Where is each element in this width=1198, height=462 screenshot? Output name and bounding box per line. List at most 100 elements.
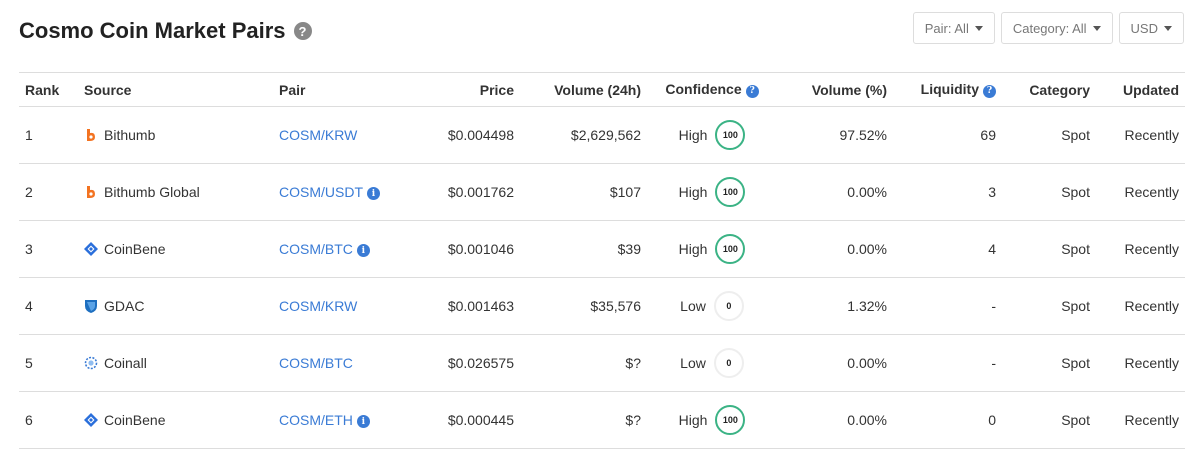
coinall-icon	[84, 356, 98, 370]
confidence-score-badge[interactable]: 0	[713, 291, 744, 321]
rank-cell: 3	[19, 220, 78, 278]
source-cell[interactable]: Coinall	[78, 334, 273, 392]
info-icon[interactable]: i	[367, 187, 380, 201]
source-cell[interactable]: GDAC	[78, 277, 273, 335]
source-name[interactable]: Bithumb	[104, 127, 155, 143]
pair-link[interactable]: COSM/KRW	[279, 127, 357, 143]
col-header-category[interactable]: Category	[1002, 73, 1096, 107]
liquidity-cell: -	[893, 277, 1002, 335]
liquidity-cell: 4	[893, 220, 1002, 278]
bithumb-icon	[84, 185, 98, 199]
currency-dropdown[interactable]: USD	[1118, 12, 1184, 44]
category-filter-dropdown[interactable]: Category: All	[1000, 12, 1113, 44]
source-name[interactable]: Coinall	[104, 355, 147, 371]
pair-link[interactable]: COSM/BTC	[279, 355, 353, 371]
category-cell: Spot	[1002, 277, 1096, 335]
confidence-label: Low	[680, 355, 706, 371]
question-circle-icon[interactable]: ?	[293, 22, 312, 40]
liquidity-cell: 3	[893, 163, 1002, 221]
pair-cell: COSM/KRW	[273, 106, 413, 164]
col-header-liquidity[interactable]: Liquidity?	[893, 73, 1002, 107]
liquidity-cell: -	[893, 334, 1002, 392]
volume-24h-cell: $35,576	[520, 277, 647, 335]
rank-cell: 6	[19, 391, 78, 449]
table-row[interactable]: 5 Coinall COSM/BTC $0.026575 $? Low 0 0.00% - Spo…	[19, 334, 1185, 392]
coinbene-icon	[84, 413, 98, 427]
updated-cell: Recently	[1096, 334, 1185, 392]
volume-24h-cell: $?	[520, 334, 647, 392]
gdac-icon	[84, 299, 98, 313]
info-icon[interactable]: i	[356, 415, 370, 429]
source-name[interactable]: CoinBene	[104, 241, 166, 257]
source-cell[interactable]: CoinBene	[78, 220, 273, 278]
pair-filter-dropdown[interactable]: Pair: All	[912, 12, 995, 44]
confidence-label: High	[678, 184, 708, 200]
category-cell: Spot	[1002, 391, 1096, 449]
currency-label: USD	[1130, 20, 1158, 36]
price-cell: $0.001762	[413, 163, 520, 221]
confidence-indicator: Low 0	[680, 348, 744, 378]
pair-link[interactable]: COSM/ETH	[279, 412, 353, 428]
confidence-indicator: High 100	[679, 234, 746, 264]
col-header-source[interactable]: Source	[78, 73, 273, 107]
volume-pct-cell: 0.00%	[777, 220, 893, 278]
confidence-score-badge[interactable]: 0	[713, 348, 744, 378]
table-row[interactable]: 3 CoinBene COSM/BTC i $0.001046 $39 High 100 0.0…	[19, 220, 1185, 278]
source-cell[interactable]: Bithumb	[78, 106, 273, 164]
pair-link[interactable]: COSM/KRW	[279, 298, 357, 314]
updated-cell: Recently	[1096, 391, 1185, 449]
volume-pct-cell: 0.00%	[777, 391, 893, 449]
confidence-cell: High 100	[647, 391, 777, 449]
col-header-volume-pct[interactable]: Volume (%)	[777, 73, 893, 107]
table-header-row: Rank Source Pair Price Volume (24h) Conf…	[19, 72, 1185, 107]
col-header-pair[interactable]: Pair	[273, 73, 413, 107]
confidence-score-badge[interactable]: 100	[715, 177, 746, 207]
confidence-score-badge[interactable]: 100	[715, 120, 746, 150]
pair-link[interactable]: COSM/USDT	[279, 184, 363, 200]
col-header-rank[interactable]: Rank	[19, 73, 78, 107]
source-name[interactable]: GDAC	[104, 298, 144, 314]
pair-cell: COSM/BTC i	[273, 220, 413, 278]
col-header-volume-24h[interactable]: Volume (24h)	[520, 73, 647, 107]
col-header-confidence[interactable]: Confidence?	[647, 73, 777, 107]
source-name[interactable]: CoinBene	[104, 412, 166, 428]
volume-pct-cell: 0.00%	[777, 163, 893, 221]
price-cell: $0.026575	[413, 334, 520, 392]
volume-24h-cell: $2,629,562	[520, 106, 647, 164]
pair-cell: COSM/BTC	[273, 334, 413, 392]
category-cell: Spot	[1002, 334, 1096, 392]
filter-controls: Pair: All Category: All USD	[912, 12, 1184, 44]
confidence-label: High	[678, 241, 708, 257]
question-circle-icon[interactable]: ?	[983, 84, 996, 98]
col-header-price[interactable]: Price	[413, 73, 520, 107]
table-row[interactable]: 4 GDAC COSM/KRW $0.001463 $35,576 Low 0 1.32% - S…	[19, 277, 1185, 335]
source-cell[interactable]: CoinBene	[78, 391, 273, 449]
liquidity-cell: 0	[893, 391, 1002, 449]
coinbene-icon	[84, 242, 98, 256]
table-row[interactable]: 2 Bithumb Global COSM/USDT i $0.001762 $107 Hi…	[19, 163, 1185, 221]
source-name[interactable]: Bithumb Global	[104, 184, 200, 200]
updated-cell: Recently	[1096, 106, 1185, 164]
pair-link[interactable]: COSM/BTC	[279, 241, 353, 257]
confidence-cell: High 100	[647, 163, 777, 221]
table-row[interactable]: 6 CoinBene COSM/ETH i $0.000445 $? High 100 0.00…	[19, 391, 1185, 449]
rank-cell: 5	[19, 334, 78, 392]
confidence-score-badge[interactable]: 100	[715, 234, 746, 264]
liquidity-cell: 69	[893, 106, 1002, 164]
question-circle-icon[interactable]: ?	[745, 84, 759, 98]
col-header-liquidity-label: Liquidity	[920, 81, 979, 98]
info-icon[interactable]: i	[356, 244, 370, 258]
rank-cell: 2	[19, 163, 78, 221]
table-row[interactable]: 1 Bithumb COSM/KRW $0.004498 $2,629,562 High 1…	[19, 106, 1185, 164]
volume-pct-cell: 1.32%	[777, 277, 893, 335]
pair-cell: COSM/USDT i	[273, 163, 413, 221]
confidence-score-badge[interactable]: 100	[715, 405, 746, 435]
volume-pct-cell: 97.52%	[777, 106, 893, 164]
category-cell: Spot	[1002, 220, 1096, 278]
col-header-updated[interactable]: Updated	[1096, 73, 1185, 107]
category-cell: Spot	[1002, 106, 1096, 164]
updated-cell: Recently	[1096, 277, 1185, 335]
caret-down-icon	[1164, 25, 1172, 31]
source-cell[interactable]: Bithumb Global	[78, 163, 273, 221]
category-filter-label: Category: All	[1012, 20, 1087, 36]
